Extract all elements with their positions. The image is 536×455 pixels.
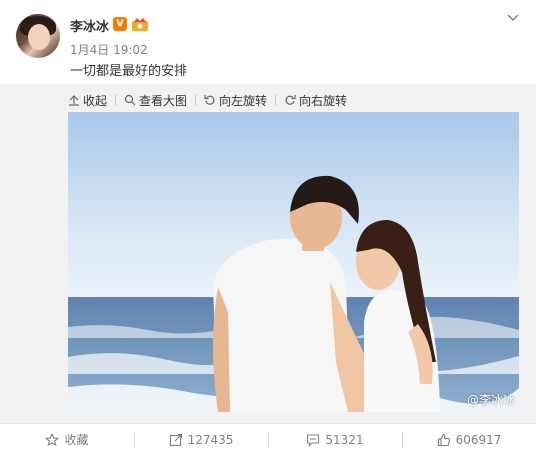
photo-watermark: @李冰冰 [466, 393, 515, 407]
favorite-button[interactable]: 收藏 [0, 424, 134, 455]
post-text: 一切都是最好的安排 [70, 64, 188, 79]
rotate-right-icon [285, 95, 296, 105]
collapse-label: 收起 [83, 93, 108, 108]
collapse-arrow-icon [69, 95, 79, 106]
post-time[interactable]: 1月4日 19:02 [70, 41, 148, 58]
media-box: 收起 查看大图 向左旋转 向右旋转 @李冰冰 [0, 84, 536, 423]
rotate-left-icon [204, 95, 215, 105]
like-icon [437, 433, 450, 446]
rotate-left-label: 向左旋转 [219, 93, 268, 108]
favorite-label: 收藏 [64, 433, 89, 447]
rotate-left-button[interactable]: 向左旋转 [204, 92, 267, 109]
chevron-down-icon[interactable] [506, 12, 520, 24]
avatar-face [28, 24, 50, 50]
post-header: 李冰冰 V 1月4日 19:02 一切都是最好的安排 [0, 0, 536, 84]
repost-button[interactable]: 127435 [134, 424, 268, 455]
comment-button[interactable]: 51321 [268, 424, 402, 455]
collapse-button[interactable]: 收起 [68, 92, 107, 109]
share-icon [169, 433, 182, 446]
repost-count: 127435 [187, 432, 234, 447]
username[interactable]: 李冰冰 [70, 16, 109, 35]
post-photo[interactable]: @李冰冰 [68, 112, 519, 412]
weibo-post-card: 李冰冰 V 1月4日 19:02 一切都是最好的安排 收起 查看大图 向左旋转 … [0, 0, 536, 455]
member-crown-icon[interactable] [131, 16, 149, 32]
divider [275, 94, 277, 106]
comment-icon [307, 433, 320, 447]
star-icon [45, 432, 60, 446]
view-large-button[interactable]: 查看大图 [124, 92, 187, 109]
divider [195, 94, 197, 106]
like-count: 606917 [455, 432, 502, 447]
action-bar: 收藏 127435 51321 606917 [0, 423, 536, 455]
avatar[interactable] [16, 14, 60, 58]
magnifier-icon [124, 94, 136, 106]
verified-badge: V [113, 17, 127, 31]
like-button[interactable]: 606917 [402, 424, 536, 455]
rotate-right-button[interactable]: 向右旋转 [284, 92, 347, 109]
comment-count: 51321 [325, 432, 364, 447]
divider [115, 94, 117, 106]
beach-couple-image [68, 112, 519, 412]
view-large-label: 查看大图 [139, 93, 188, 108]
media-toolbar: 收起 查看大图 向左旋转 向右旋转 [68, 92, 347, 108]
rotate-right-label: 向右旋转 [299, 93, 348, 108]
